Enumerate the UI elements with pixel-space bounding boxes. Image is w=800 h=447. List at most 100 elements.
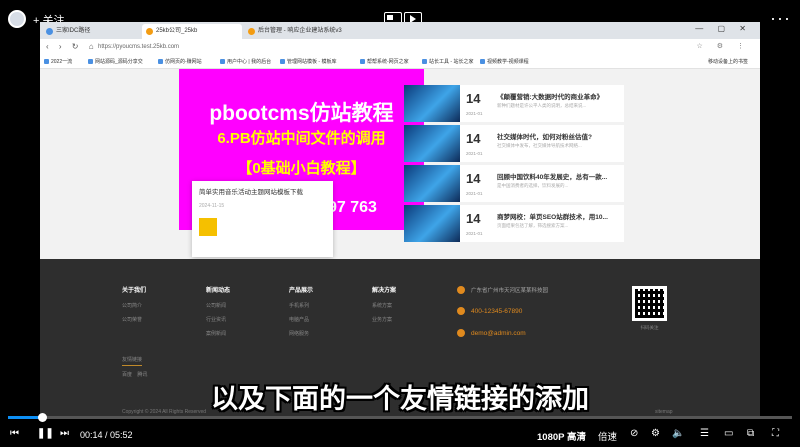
bookmark-item[interactable]: 仿网页的-赚网站 (158, 58, 202, 65)
footer-link[interactable]: 行业资讯 (206, 316, 230, 323)
popup-title[interactable]: 简单实用音乐活动主题网站模板下载 (199, 186, 303, 196)
footer-column-about: 关于我们 公司简介 公司荣誉 (122, 285, 146, 330)
bookmark-item[interactable]: 管理网站模板 - 模板库 (280, 58, 336, 65)
footer-link[interactable]: 公司荣誉 (122, 316, 146, 323)
footer-link[interactable]: 手机系列 (289, 302, 313, 309)
bookmarks-bar: 2022一流 网站源码_源码分享交 仿网页的-赚网站 用户中心 | 我的后台 管… (40, 56, 760, 69)
footer-column-products: 产品展示 手机系列 电脑产品 网络服务 (289, 285, 313, 344)
footer-email: demo@admin.com (457, 329, 526, 337)
bookmark-icon (360, 59, 365, 64)
news-item[interactable]: 14 2021-01 《颠覆营销:大数据时代的商业革命》 新种们题材是许公平人类… (404, 85, 624, 122)
news-item[interactable]: 14 2021-01 回顾中国饮料40年发展史，总有一款... 是中国消费者的选… (404, 165, 624, 202)
pause-icon[interactable]: ❚❚ (37, 428, 54, 439)
toolbar-icons[interactable]: ☆ ⚙ ⋮ (697, 42, 750, 50)
browser-tab-2[interactable]: 25kb公司_25kb (142, 24, 242, 39)
bookmark-item[interactable]: 视频教学-视频课程 (480, 58, 529, 65)
tab-label: 三家IDC路径 (56, 28, 91, 34)
news-day: 14 (466, 91, 481, 106)
prev-icon[interactable]: ⏮ (10, 428, 19, 439)
footer-link[interactable]: 公司简介 (122, 302, 146, 309)
browser-tab-1[interactable]: 三家IDC路径 (42, 24, 140, 39)
footer-link[interactable]: 系统方案 (372, 302, 396, 309)
phone-icon (457, 307, 465, 315)
bookmark-item[interactable]: 网站源码_源码分享交 (88, 58, 143, 65)
bookmark-icon (44, 59, 49, 64)
quality-button[interactable]: 1080P 高清 (537, 429, 586, 443)
banner-subtitle: 6.PB仿站中间文件的调用 (217, 130, 386, 147)
volume-icon[interactable]: 🔈 (672, 428, 684, 439)
news-day: 14 (466, 211, 481, 226)
bookmark-icon (158, 59, 163, 64)
qr-code-pattern (635, 289, 664, 318)
danmaku-off-icon[interactable]: ⊘ (630, 428, 638, 439)
news-thumbnail (404, 125, 460, 162)
news-summary: 页面结果包括了解，筛选搜索方案... (497, 223, 569, 228)
banner-phone: 97 763 (328, 199, 377, 216)
footer-link[interactable]: 公司新闻 (206, 302, 230, 309)
footer-link[interactable]: 业务方案 (372, 316, 396, 323)
footer-column-news: 新闻动态 公司新闻 行业资讯 案例新闻 (206, 285, 230, 344)
news-title[interactable]: 社交媒体时代，如何对粉丝估值? (497, 131, 622, 141)
bookmark-item[interactable]: 站长工具 - 站长之家 (422, 58, 473, 65)
email-icon (457, 329, 465, 337)
bookmark-icon (422, 59, 427, 64)
next-icon[interactable]: ⏭ (60, 428, 69, 439)
news-day: 14 (466, 171, 481, 186)
settings-icon[interactable]: ⚙ (651, 428, 660, 439)
banner-subtitle-2: 【0基础小白教程】 (237, 160, 366, 177)
news-title[interactable]: 回顾中国饮料40年发展史，总有一款... (497, 171, 622, 181)
web-fullscreen-icon[interactable]: ⧉ (747, 428, 754, 439)
address-bar: ‹ › ↻ ⌂ https://pyoucms.test.25kb.com ☆ … (40, 39, 760, 56)
bookmark-icon (280, 59, 285, 64)
browser-tab-3[interactable]: 后台管理 - 响应企业建站系统v3 (244, 24, 344, 39)
uploader-avatar[interactable] (8, 10, 26, 28)
danmaku-settings-icon[interactable]: ☰ (700, 428, 709, 439)
bookmark-icon (220, 59, 225, 64)
bookmark-item[interactable]: 2022一流 (44, 58, 72, 65)
news-popup-card[interactable]: 简单实用音乐活动主题网站模板下载 2024-11-15 (192, 181, 333, 257)
news-item[interactable]: 14 2021-01 社交媒体时代，如何对粉丝估值? 社交媒体中发布，社交媒体导… (404, 125, 624, 162)
progress-bar[interactable] (8, 413, 792, 422)
news-summary: 新种们题材是许公平人类的说明，总结来说... (497, 103, 587, 108)
progress-fill (8, 416, 43, 419)
news-month: 2021-01 (466, 231, 483, 236)
popup-thumbnail (199, 218, 217, 236)
url-field[interactable]: https://pyoucms.test.25kb.com (88, 42, 648, 53)
footer-address: 广东省广州市天河区某某科技园 (457, 286, 548, 294)
popup-date: 2024-11-15 (199, 203, 225, 209)
news-day: 14 (466, 131, 481, 146)
bookmark-icon (480, 59, 485, 64)
bookmark-item[interactable]: 帮帮系统-网页之家 (360, 58, 409, 65)
footer-link[interactable]: 电脑产品 (289, 316, 313, 323)
friend-links-title: 友情链接 (122, 356, 143, 366)
location-icon (457, 286, 465, 294)
footer-heading: 关于我们 (122, 288, 147, 294)
news-month: 2021-01 (466, 111, 483, 116)
news-thumbnail (404, 165, 460, 202)
news-title[interactable]: 商梦网校：单页SEO站群技术，用10... (497, 211, 622, 221)
web-page: pbootcms仿站教程 6.PB仿站中间文件的调用 【0基础小白教程】 97 … (40, 69, 760, 417)
footer-heading: 产品展示 (289, 288, 314, 294)
news-summary: 社交媒体中发布，社交媒体导航技术网络... (497, 143, 582, 148)
footer-link[interactable]: 网络服务 (289, 330, 313, 337)
progress-knob[interactable] (38, 413, 48, 422)
bookmark-item[interactable]: 用户中心 | 我的后台 (220, 58, 271, 65)
fullscreen-icon[interactable]: ⛶ (772, 428, 779, 439)
time-display: 00:14 / 05:52 (80, 430, 133, 440)
tab-label: 25kb公司_25kb (156, 28, 198, 34)
footer-heading: 解决方案 (372, 288, 397, 294)
speed-button[interactable]: 倍速 (598, 429, 617, 443)
news-item[interactable]: 14 2021-01 商梦网校：单页SEO站群技术，用10... 页面结果包括了… (404, 205, 624, 242)
browser-tab-strip: 三家IDC路径 25kb公司_25kb 后台管理 - 响应企业建站系统v3 — … (40, 22, 760, 39)
widescreen-icon[interactable]: ▭ (724, 428, 733, 439)
more-menu-icon[interactable]: · · · (770, 8, 790, 29)
qr-caption: 扫码关注 (640, 325, 659, 330)
bookmark-mobile[interactable]: 移动设备上的书签 (708, 58, 748, 65)
footer-link[interactable]: 案例新闻 (206, 330, 230, 337)
bookmark-icon (88, 59, 93, 64)
video-player[interactable]: + 关注 · · · 三家IDC路径 25kb公司_25kb 后台管理 - 响应… (0, 0, 800, 447)
window-controls[interactable]: — ▢ ✕ (695, 24, 752, 33)
footer-phone: 400-12345-67890 (457, 307, 522, 315)
browser-window: 三家IDC路径 25kb公司_25kb 后台管理 - 响应企业建站系统v3 — … (40, 22, 760, 417)
news-title[interactable]: 《颠覆营销:大数据时代的商业革命》 (497, 91, 622, 101)
